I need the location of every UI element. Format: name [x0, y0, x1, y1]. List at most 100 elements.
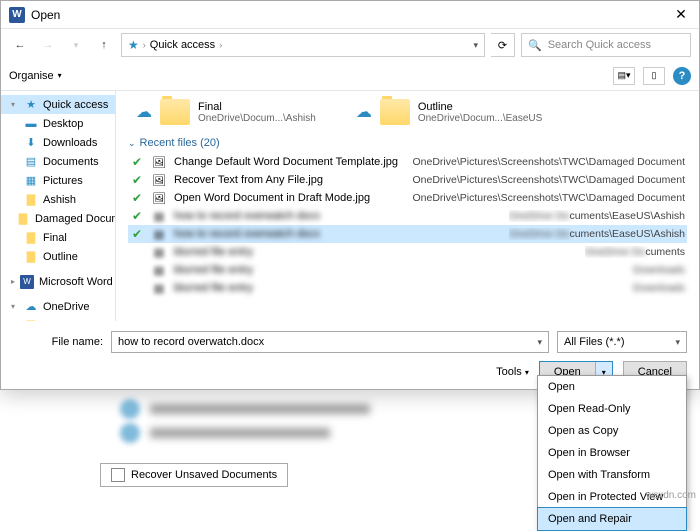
- file-name: blurred file entry: [174, 264, 253, 276]
- sidebar-item-label: Damaged Docum: [35, 213, 115, 225]
- filename-input[interactable]: how to record overwatch.docx ▾: [111, 331, 549, 353]
- file-icon: ▤: [152, 245, 166, 259]
- sidebar-item-microsoft-word[interactable]: ▸WMicrosoft Word: [1, 272, 115, 291]
- menu-item-open-in-browser[interactable]: Open in Browser: [538, 442, 686, 464]
- file-list-pane: ☁ Final OneDrive\Docum...\Ashish ☁ Outli…: [116, 91, 699, 321]
- quick-access-icon: ★: [128, 38, 139, 52]
- file-row[interactable]: ✔ 🖼 Open Word Document in Draft Mode.jpg…: [128, 189, 687, 207]
- file-row[interactable]: ✔ ▤ blurred file entry Downloads: [128, 261, 687, 279]
- file-path: OneDrive\Pictures\Screenshots\TWC\Damage…: [412, 174, 685, 186]
- search-input[interactable]: 🔍 Search Quick access: [521, 33, 691, 57]
- file-row[interactable]: ✔ ▤ how to record overwatch docx OneDriv…: [128, 207, 687, 225]
- downloads-icon: ⬇: [24, 136, 38, 150]
- file-path: OneDrive\Pictures\Screenshots\TWC\Damage…: [412, 192, 685, 204]
- star-icon: ★: [24, 98, 38, 112]
- file-icon: ▤: [152, 281, 166, 295]
- recover-unsaved-button[interactable]: Recover Unsaved Documents: [100, 463, 288, 487]
- file-name: Recover Text from Any File.jpg: [174, 174, 323, 186]
- menu-item-open[interactable]: Open: [538, 376, 686, 398]
- menu-item-open-read-only[interactable]: Open Read-Only: [538, 398, 686, 420]
- recover-label: Recover Unsaved Documents: [131, 469, 277, 481]
- cloud-sync-icon: ☁: [356, 102, 372, 122]
- file-name: blurred file entry: [174, 246, 253, 258]
- frequent-folder-outline[interactable]: ☁ Outline OneDrive\Docum...\EaseUS: [356, 99, 543, 125]
- sidebar-item-documents[interactable]: ▤Documents: [1, 152, 115, 171]
- sidebar-item-ca[interactable]: ▸▇CA: [1, 316, 115, 321]
- view-options-button[interactable]: ▤▾: [613, 67, 635, 85]
- preview-pane-button[interactable]: ▯: [643, 67, 665, 85]
- expand-icon[interactable]: ▾: [11, 302, 19, 311]
- sidebar-item-label: Quick access: [43, 99, 108, 111]
- menu-item-open-with-transform[interactable]: Open with Transform: [538, 464, 686, 486]
- tools-menu[interactable]: Tools ▾: [496, 366, 529, 378]
- recent-files-header[interactable]: ⌄ Recent files (20): [128, 137, 687, 149]
- watermark: wsxdn.com: [646, 490, 696, 501]
- folder-name: Outline: [418, 101, 543, 113]
- sidebar-item-label: Outline: [43, 251, 78, 263]
- file-row[interactable]: ✔ ▤ blurred file entry OneDrive Document…: [128, 243, 687, 261]
- organise-label: Organise: [9, 70, 54, 82]
- file-icon: ▤: [152, 209, 166, 223]
- filter-value: All Files (*.*): [564, 336, 625, 348]
- path-segment[interactable]: Quick access: [150, 39, 215, 51]
- open-dropdown-menu: Open Open Read-Only Open as Copy Open in…: [537, 375, 687, 531]
- help-button[interactable]: ?: [673, 67, 691, 85]
- close-button[interactable]: ✕: [671, 5, 691, 25]
- open-dialog: W Open ✕ ← → ▾ ↑ ★ › Quick access › ▾ ⟳ …: [0, 0, 700, 390]
- file-path: OneDrive\Pictures\Screenshots\TWC\Damage…: [412, 156, 685, 168]
- sidebar-item-pictures[interactable]: ▦Pictures: [1, 171, 115, 190]
- file-path: Downloads: [633, 264, 685, 276]
- file-row[interactable]: ✔ 🖼 Change Default Word Document Templat…: [128, 153, 687, 171]
- chevron-down-icon: ▾: [525, 368, 529, 377]
- nav-up-button[interactable]: ↑: [93, 34, 115, 56]
- folder-icon: [160, 99, 190, 125]
- sidebar-item-onedrive[interactable]: ▾☁OneDrive: [1, 297, 115, 316]
- nav-recent-dropdown[interactable]: ▾: [65, 34, 87, 56]
- sidebar-item-outline[interactable]: ▇Outline: [1, 247, 115, 266]
- word-app-icon: W: [9, 7, 25, 23]
- chevron-down-icon[interactable]: ▾: [537, 337, 542, 348]
- nav-back-button[interactable]: ←: [9, 34, 31, 56]
- menu-item-open-and-repair[interactable]: Open and Repair: [537, 507, 687, 531]
- organise-menu[interactable]: Organise ▾: [9, 70, 62, 82]
- sidebar-item-final[interactable]: ▇Final: [1, 228, 115, 247]
- menu-item-open-as-copy[interactable]: Open as Copy: [538, 420, 686, 442]
- sidebar-item-downloads[interactable]: ⬇Downloads: [1, 133, 115, 152]
- address-dropdown-icon[interactable]: ▾: [473, 40, 478, 51]
- file-path: Downloads: [633, 282, 685, 294]
- file-icon: ▤: [152, 263, 166, 277]
- nav-forward-button[interactable]: →: [37, 34, 59, 56]
- refresh-button[interactable]: ⟳: [491, 33, 515, 57]
- sidebar-item-quick-access[interactable]: ▾ ★ Quick access: [1, 95, 115, 114]
- file-row[interactable]: ✔ 🖼 Recover Text from Any File.jpg OneDr…: [128, 171, 687, 189]
- file-name: blurred file entry: [174, 282, 253, 294]
- search-placeholder: Search Quick access: [548, 39, 651, 51]
- address-bar[interactable]: ★ › Quick access › ▾: [121, 33, 485, 57]
- sidebar-item-ashish[interactable]: ▇Ashish: [1, 190, 115, 209]
- chevron-down-icon[interactable]: ▾: [675, 337, 680, 348]
- search-icon: 🔍: [528, 39, 542, 52]
- sync-check-icon: ✔: [130, 191, 144, 205]
- cloud-icon: ☁: [24, 300, 38, 314]
- chevron-down-icon: ⌄: [128, 138, 136, 149]
- tools-label: Tools: [496, 366, 522, 378]
- sidebar-item-desktop[interactable]: ▬Desktop: [1, 114, 115, 133]
- chevron-right-icon: ›: [219, 40, 222, 50]
- file-path: OneDrive Documents: [585, 246, 685, 258]
- sync-check-icon: ✔: [130, 155, 144, 169]
- desktop-icon: ▬: [24, 117, 38, 131]
- expand-icon[interactable]: ▾: [11, 100, 19, 109]
- titlebar: W Open ✕: [1, 1, 699, 29]
- folder-icon: ▇: [24, 231, 38, 245]
- file-row-selected[interactable]: ✔ ▤ how to record overwatch docx OneDriv…: [128, 225, 687, 243]
- file-row[interactable]: ✔ ▤ blurred file entry Downloads: [128, 279, 687, 297]
- frequent-folder-final[interactable]: ☁ Final OneDrive\Docum...\Ashish: [136, 99, 316, 125]
- word-icon: W: [20, 275, 34, 289]
- expand-icon[interactable]: ▸: [11, 277, 15, 286]
- documents-icon: ▤: [24, 155, 38, 169]
- recover-icon: [111, 468, 125, 482]
- file-type-filter[interactable]: All Files (*.*) ▾: [557, 331, 687, 353]
- folder-name: Final: [198, 101, 316, 113]
- toolbar: Organise ▾ ▤▾ ▯ ?: [1, 61, 699, 91]
- sidebar-item-damaged-docum[interactable]: ▇Damaged Docum: [1, 209, 115, 228]
